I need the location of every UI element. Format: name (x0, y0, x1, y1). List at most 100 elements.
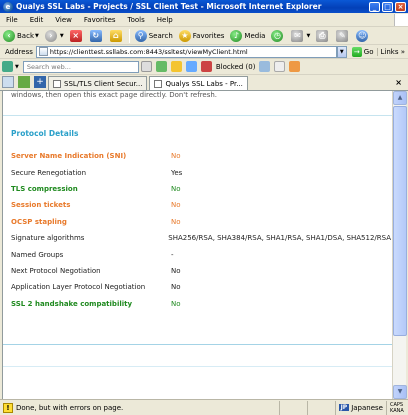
search-toolbar: ▼ Search web... Blocked (0) (0, 59, 408, 75)
minimize-button[interactable]: _ (369, 1, 380, 12)
highlight-icon[interactable] (170, 61, 182, 72)
edit-icon: ✎ (336, 29, 349, 42)
table-row: Server Name Indication (SNI) No (11, 148, 391, 164)
row-value: No (171, 217, 181, 226)
row-value: No (171, 184, 181, 193)
forward-button[interactable]: › ▼ (43, 28, 66, 44)
windows-logo-icon (394, 13, 408, 26)
go-arrow-icon: → (351, 46, 362, 57)
tab-label: SSL/TLS Client Secur... (64, 79, 143, 88)
menu-file[interactable]: File (0, 16, 24, 24)
scroll-thumb[interactable] (393, 106, 407, 336)
page-icon (53, 79, 61, 88)
menu-help[interactable]: Help (151, 16, 179, 24)
chevron-down-icon: ▼ (15, 63, 19, 70)
tab-label: Qualys SSL Labs - Pr... (165, 79, 243, 88)
print-button[interactable]: ⎙ (314, 28, 332, 44)
options-icon[interactable] (259, 61, 271, 72)
status-text: Done, but with errors on page. (16, 403, 124, 412)
vertical-scrollbar[interactable]: ▲ ▼ (392, 91, 407, 399)
mail-icon: ✉ (291, 29, 304, 42)
address-label: Address (5, 47, 33, 56)
table-row: Named Groups - (11, 246, 391, 262)
page-icon (154, 79, 163, 88)
search-button[interactable]: ⚲ Search (133, 28, 175, 44)
menu-bar: File Edit View Favorites Tools Help (0, 13, 408, 27)
printer-icon: ⎙ (316, 29, 329, 42)
scroll-up-button[interactable]: ▲ (393, 91, 407, 105)
table-row: Signature algorithms SHA256/RSA, SHA384/R… (11, 230, 391, 246)
search-go-icon[interactable] (140, 61, 152, 72)
tab-qualys-ssl-labs[interactable]: Qualys SSL Labs - Pr... (149, 76, 248, 90)
warning-icon[interactable]: ! (3, 402, 13, 413)
row-label: Secure Renegotiation (11, 168, 87, 177)
chevron-down-icon: ▼ (59, 32, 64, 39)
messenger-button[interactable]: ☺ (354, 28, 372, 44)
links-button[interactable]: Links » (376, 47, 408, 56)
address-input[interactable]: https://clienttest.ssllabs.com:8443/sslt… (35, 45, 337, 58)
address-url: https://clienttest.ssllabs.com:8443/sslt… (49, 47, 248, 56)
tab-ssl-client-security[interactable]: SSL/TLS Client Secur... (48, 76, 148, 90)
forward-arrow-icon: › (44, 29, 57, 42)
language-label: Japanese (351, 403, 383, 412)
row-label: Application Layer Protocol Negotiation (11, 283, 146, 292)
row-label: Session tickets (11, 201, 71, 210)
scroll-down-button[interactable]: ▼ (393, 385, 407, 399)
pen-icon[interactable] (185, 61, 197, 72)
back-button[interactable]: ‹ Back ▼ (1, 28, 41, 44)
row-label: Named Groups (11, 250, 64, 259)
media-button[interactable]: ♪ Media (228, 28, 267, 44)
media-icon: ♪ (230, 29, 243, 42)
row-value: No (171, 283, 181, 292)
new-tab-icon[interactable] (18, 76, 30, 88)
chevron-down-icon: ▼ (35, 32, 39, 39)
go-label: Go (363, 47, 374, 56)
favorites-label: Favorites (192, 31, 225, 40)
close-button[interactable]: × (395, 1, 406, 12)
email-icon[interactable] (274, 61, 286, 72)
popup-blocker-icon[interactable] (200, 61, 212, 72)
stop-icon: × (69, 29, 82, 42)
search-input[interactable]: Search web... (22, 60, 139, 73)
row-value: No (171, 152, 181, 161)
menu-view[interactable]: View (49, 16, 78, 24)
tab-bar: + SSL/TLS Client Secur... Qualys SSL Lab… (0, 75, 408, 91)
stop-button[interactable]: × (68, 28, 86, 44)
row-value: Yes (171, 168, 183, 177)
go-button[interactable]: → Go (349, 46, 377, 57)
edit-button[interactable]: ✎ (334, 28, 352, 44)
menu-tools[interactable]: Tools (122, 16, 151, 24)
tab-list-icon[interactable] (2, 76, 14, 88)
blocked-count[interactable]: Blocked (0) (216, 63, 256, 71)
links-label: Links (380, 47, 399, 56)
refresh-button[interactable]: ↻ (88, 28, 106, 44)
maximize-button[interactable]: □ (382, 1, 393, 12)
status-cell (306, 400, 335, 415)
home-button[interactable]: ⌂ (108, 28, 126, 44)
row-value: - (171, 250, 174, 259)
status-bar: ! Done, but with errors on page. JP Japa… (0, 399, 408, 415)
close-tab-icon[interactable]: × (395, 78, 402, 87)
favorites-button[interactable]: ★ Favorites (177, 28, 227, 44)
protocol-details-table: Server Name Indication (SNI) No Secure Ren… (11, 148, 391, 312)
toolbar-logo-icon (2, 61, 13, 72)
menu-favorites[interactable]: Favorites (78, 16, 122, 24)
standard-toolbar: ‹ Back ▼ › ▼ × ↻ ⌂ ⚲ Search ★ Favorites … (0, 27, 408, 45)
back-label: Back (17, 31, 34, 40)
row-label: Signature algorithms (11, 234, 85, 243)
language-indicator[interactable]: JP Japanese (334, 400, 386, 415)
row-label: Server Name Indication (SNI) (11, 152, 127, 161)
chevron-down-icon: ▼ (306, 32, 311, 39)
table-row: Secure Renegotiation Yes (11, 164, 391, 180)
history-button[interactable]: ◷ (269, 28, 287, 44)
green-arrow-icon[interactable] (155, 61, 167, 72)
toolbar-separator (128, 28, 130, 43)
table-row: SSL 2 handshake compatibility No (11, 296, 391, 312)
add-tab-icon[interactable]: + (34, 76, 46, 88)
address-dropdown[interactable]: ▼ (336, 45, 347, 58)
search-icon: ⚲ (134, 29, 147, 42)
fire-icon[interactable] (289, 61, 301, 72)
menu-edit[interactable]: Edit (24, 16, 50, 24)
mail-button[interactable]: ✉ ▼ (289, 28, 312, 44)
table-row: TLS compression No (11, 181, 391, 197)
